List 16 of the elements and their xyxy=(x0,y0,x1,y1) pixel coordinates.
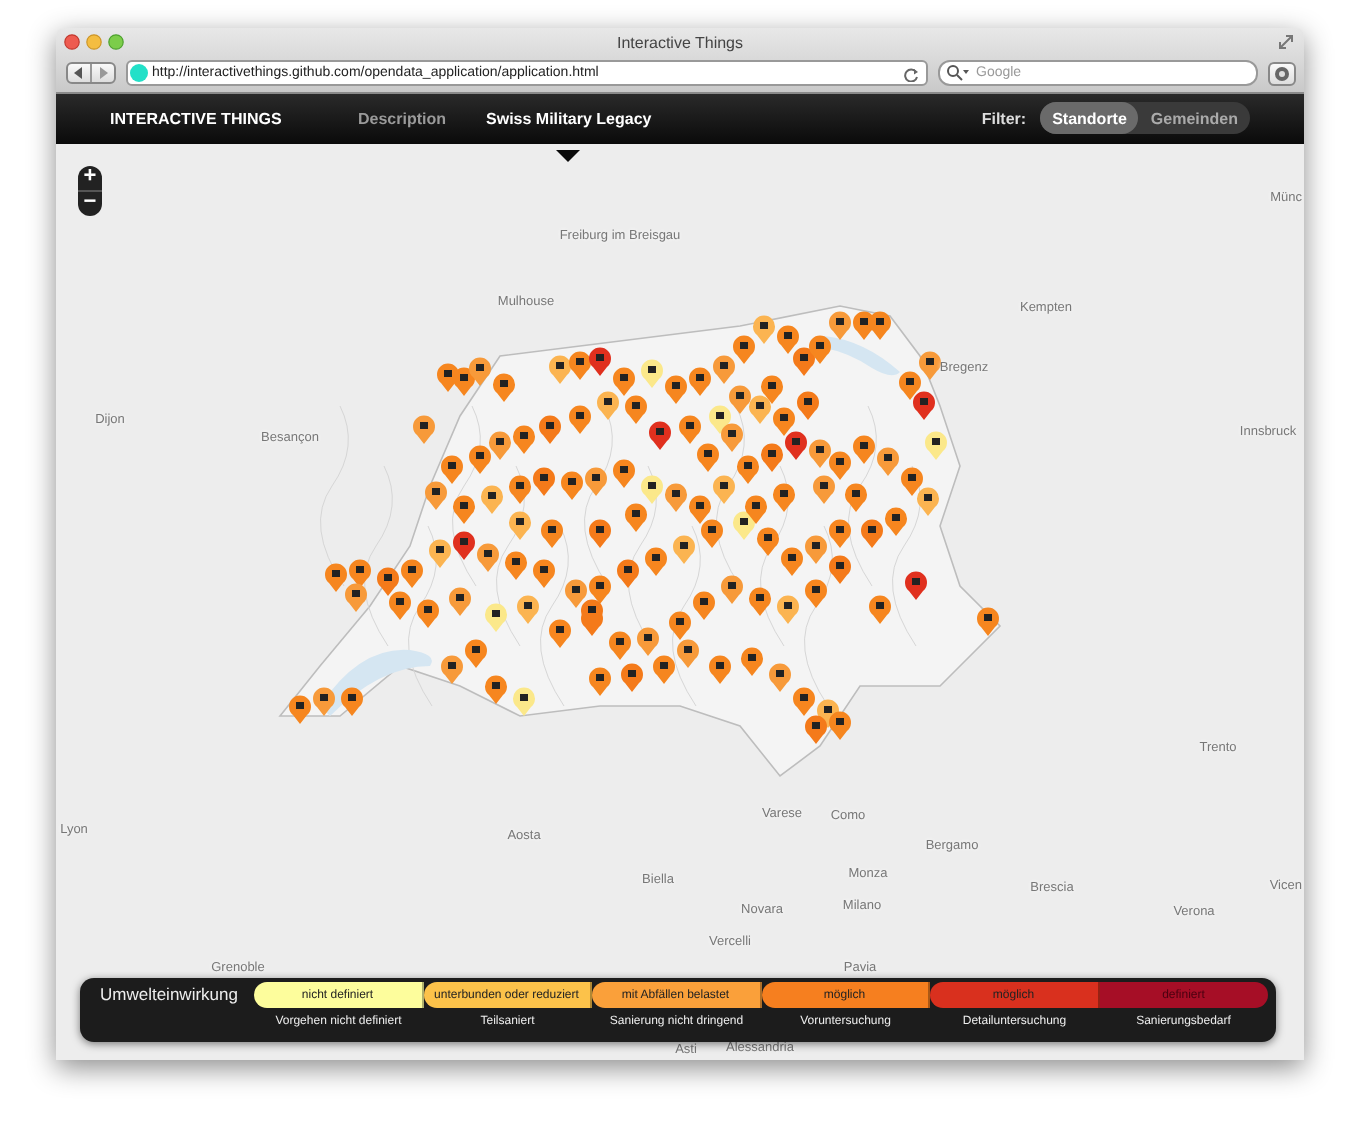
nav-tab[interactable]: Description xyxy=(350,103,455,134)
filter-option[interactable]: Standorte xyxy=(1040,102,1139,135)
brand-logo[interactable]: INTERACTIVE THINGS xyxy=(110,109,300,128)
window-title: Interactive Things xyxy=(617,34,743,52)
fullscreen-icon[interactable] xyxy=(1278,34,1294,50)
filter-label: Filter: xyxy=(981,109,1027,128)
window-controls-icon[interactable] xyxy=(64,34,124,50)
lake-drawing xyxy=(824,335,900,375)
circle-icon xyxy=(1274,65,1290,81)
reader-button[interactable] xyxy=(1268,61,1296,85)
site-icon xyxy=(130,64,148,82)
zoom-out-button[interactable]: − xyxy=(78,189,102,216)
reload-icon[interactable] xyxy=(904,65,920,81)
legend-title: Umwelteinwirkung xyxy=(98,982,240,1008)
zoom-in-button[interactable]: + xyxy=(78,165,102,190)
filter-option[interactable]: Gemeinden xyxy=(1138,102,1250,135)
